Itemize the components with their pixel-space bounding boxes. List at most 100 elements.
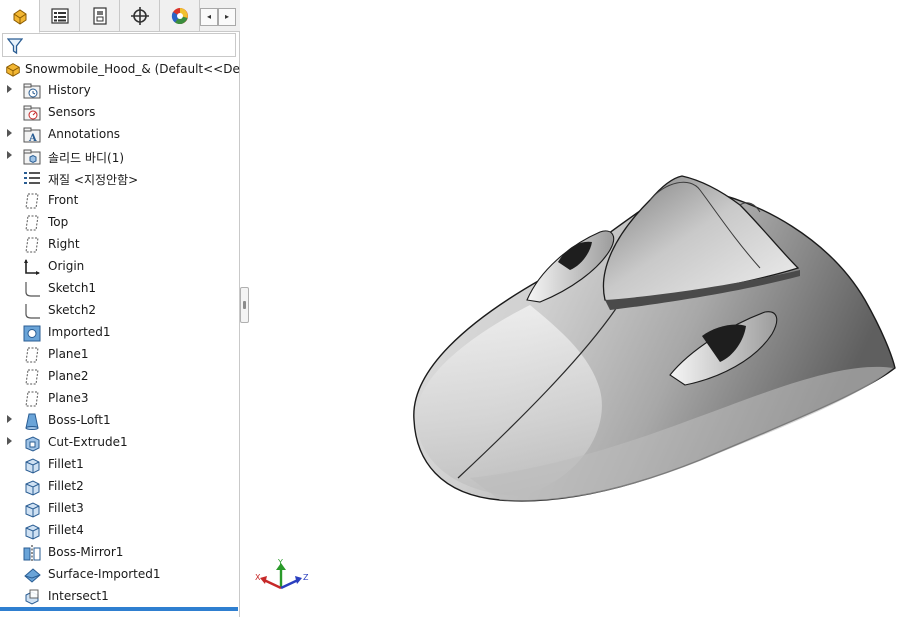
tree-item-label: Plane2 (48, 369, 89, 383)
tree-item-label: Sketch1 (48, 281, 97, 295)
imported-body-icon (23, 325, 41, 342)
tree-item-sketch1[interactable]: Sketch1 (0, 278, 240, 300)
fillet-icon (25, 458, 40, 474)
sketch-icon (25, 304, 40, 319)
tree-item-label: Fillet1 (48, 457, 84, 471)
plane-icon (25, 369, 39, 385)
tree-item-label: 솔리드 바디(1) (48, 151, 125, 165)
tree-item-label: Sensors (48, 105, 96, 119)
tree-item-label: History (48, 83, 91, 97)
svg-text:A: A (28, 133, 37, 144)
tab-display-manager[interactable] (160, 0, 200, 32)
tree-item-label: Intersect1 (48, 589, 109, 603)
sensors-folder-icon (23, 105, 41, 121)
annotations-folder-icon: A (23, 127, 41, 144)
tree-item-label: Plane1 (48, 347, 89, 361)
tab-configuration-manager[interactable] (80, 0, 120, 32)
tree-item-cut-extrude1[interactable]: Cut-Extrude1 (0, 432, 240, 454)
manager-tab-bar: ◂ ▸ (0, 0, 240, 33)
tree-root-label: Snowmobile_Hood_& (Default<<Default>_Dis… (25, 62, 240, 76)
tree-item-right[interactable]: Right (0, 234, 240, 256)
tree-item-label: Boss-Loft1 (48, 413, 111, 427)
cut-extrude-icon (25, 436, 40, 452)
configuration-manager-icon (92, 7, 107, 25)
expand-arrow-icon[interactable] (7, 129, 12, 137)
dimxpert-manager-icon (130, 7, 149, 25)
tree-item-label: Fillet3 (48, 501, 84, 515)
sketch-icon (25, 282, 40, 297)
tree-item-fillet3[interactable]: Fillet3 (0, 498, 240, 520)
tab-scroll-buttons: ◂ ▸ (200, 8, 236, 26)
tab-dimxpert-manager[interactable] (120, 0, 160, 32)
expand-arrow-icon[interactable] (7, 85, 12, 93)
plane-icon (25, 193, 39, 209)
material-icon (24, 172, 40, 184)
tree-filter-input[interactable] (2, 33, 236, 57)
tree-item-front[interactable]: Front (0, 190, 240, 212)
graphics-viewport[interactable]: Y X Z (250, 0, 920, 617)
plane-icon (25, 391, 39, 407)
tree-item-history[interactable]: History (0, 80, 240, 102)
tree-item-plane2[interactable]: Plane2 (0, 366, 240, 388)
tree-item-imported1[interactable]: Imported1 (0, 322, 240, 344)
plane-icon (25, 237, 39, 253)
tree-item-surface-imported1[interactable]: Surface-Imported1 (0, 564, 240, 586)
tree-item-label: Top (48, 215, 69, 229)
triad-y-label: Y (277, 558, 283, 567)
feature-tree: History Sensors A Annotations 솔리드 바디(1) 재질 <지… (0, 80, 240, 608)
origin-icon (24, 259, 40, 275)
tree-item-4[interactable]: 재질 <지정안함> (0, 168, 240, 190)
tree-item-top[interactable]: Top (0, 212, 240, 234)
tree-item-label: Fillet2 (48, 479, 84, 493)
history-folder-icon (23, 83, 41, 99)
plane-icon (25, 347, 39, 363)
tree-item-label: Origin (48, 259, 85, 273)
tree-item-boss-loft1[interactable]: Boss-Loft1 (0, 410, 240, 432)
tab-scroll-right-button[interactable]: ▸ (218, 8, 236, 26)
fillet-icon (25, 524, 40, 540)
filter-icon (7, 38, 23, 55)
feature-manager-icon (13, 9, 26, 25)
tree-item-boss-mirror1[interactable]: Boss-Mirror1 (0, 542, 240, 564)
tree-item-label: Right (48, 237, 80, 251)
tree-item-sketch2[interactable]: Sketch2 (0, 300, 240, 322)
solid-bodies-folder-icon (23, 149, 41, 165)
tree-item-fillet4[interactable]: Fillet4 (0, 520, 240, 542)
tree-item-label: 재질 <지정안함> (48, 173, 139, 187)
tree-item-label: Annotations (48, 127, 121, 141)
triad-x-label: X (255, 573, 261, 582)
tree-item-plane3[interactable]: Plane3 (0, 388, 240, 410)
expand-arrow-icon[interactable] (7, 151, 12, 159)
fillet-icon (25, 480, 40, 496)
tree-item-label: Imported1 (48, 325, 111, 339)
snowmobile-hood-model[interactable] (250, 0, 920, 617)
expand-arrow-icon[interactable] (7, 437, 12, 445)
tree-item-label: Surface-Imported1 (48, 567, 161, 581)
display-manager-icon (171, 8, 188, 25)
tree-item-sensors[interactable]: Sensors (0, 102, 240, 124)
view-orientation-triad: Y X Z (255, 558, 309, 590)
tree-item-1[interactable]: 솔리드 바디(1) (0, 146, 240, 168)
triad-z-label: Z (303, 573, 309, 582)
tree-item-label: Cut-Extrude1 (48, 435, 128, 449)
tree-item-label: Fillet4 (48, 523, 84, 537)
plane-icon (25, 215, 39, 231)
tree-item-label: Front (48, 193, 79, 207)
tree-item-fillet2[interactable]: Fillet2 (0, 476, 240, 498)
tab-scroll-left-button[interactable]: ◂ (200, 8, 218, 26)
expand-arrow-icon[interactable] (7, 415, 12, 423)
loft-icon (25, 413, 39, 430)
tree-item-fillet1[interactable]: Fillet1 (0, 454, 240, 476)
tab-feature-manager[interactable] (0, 0, 40, 33)
intersect-icon (25, 589, 39, 605)
tab-property-manager[interactable] (40, 0, 80, 32)
tree-item-origin[interactable]: Origin (0, 256, 240, 278)
panel-scroll-indicator (0, 607, 238, 611)
tree-item-label: Boss-Mirror1 (48, 545, 124, 559)
mirror-icon (23, 545, 41, 562)
tree-root-part[interactable]: Snowmobile_Hood_& (Default<<Default>_Dis… (0, 58, 240, 80)
panel-splitter-handle[interactable] (240, 287, 249, 323)
tree-item-annotations[interactable]: A Annotations (0, 124, 240, 146)
tree-item-plane1[interactable]: Plane1 (0, 344, 240, 366)
tree-item-intersect1[interactable]: Intersect1 (0, 586, 240, 608)
